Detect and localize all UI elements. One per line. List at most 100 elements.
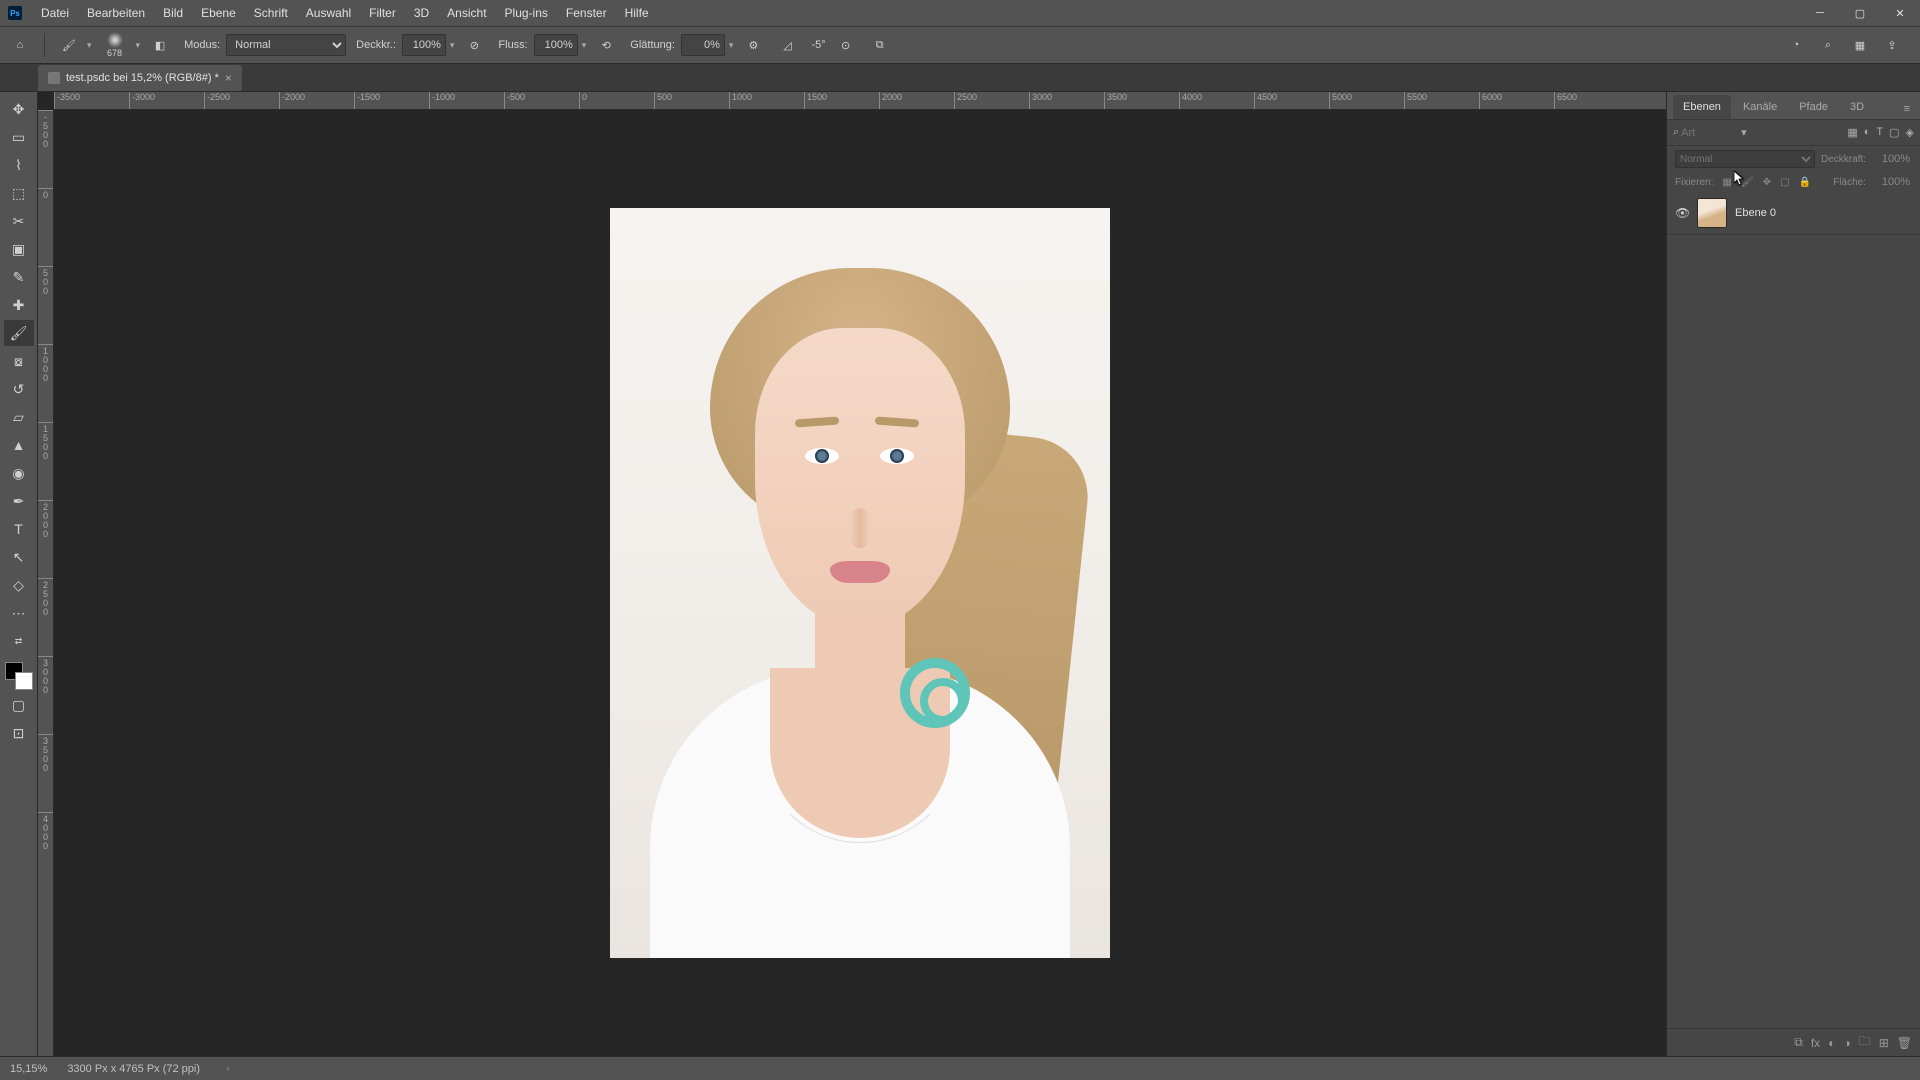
filter-shape-icon[interactable]: ▢	[1889, 126, 1899, 139]
brush-preset-picker[interactable]: 678	[98, 28, 132, 62]
filter-adjust-icon[interactable]: ◐	[1864, 126, 1871, 139]
tab-layers[interactable]: Ebenen	[1673, 95, 1731, 119]
minimize-button[interactable]: ─	[1800, 0, 1840, 26]
lock-image-icon[interactable]: 🖌	[1741, 177, 1754, 188]
horizontal-ruler[interactable]: -3500-3000-2500-2000-1500-1000-500050010…	[54, 92, 1666, 110]
filter-pixel-icon[interactable]: ▦	[1847, 126, 1857, 139]
document-canvas[interactable]	[610, 208, 1110, 958]
lock-artboard-icon[interactable]: ▢	[1780, 177, 1789, 188]
lock-transparent-icon[interactable]: ▦	[1722, 177, 1731, 188]
stamp-tool[interactable]: ⧇	[4, 348, 34, 374]
layer-name[interactable]: Ebene 0	[1735, 207, 1776, 219]
document-tab[interactable]: test.psdc bei 15,2% (RGB/8#) * ×	[38, 65, 242, 91]
gradient-tool[interactable]: ▲	[4, 432, 34, 458]
visibility-toggle[interactable]: 👁	[1675, 206, 1689, 220]
search-button[interactable]: ⌕	[1814, 31, 1842, 59]
more-tools[interactable]: ⋯	[4, 600, 34, 626]
angle-value[interactable]: -5°	[811, 39, 825, 51]
layer-mask-button[interactable]: ◐	[1828, 1036, 1835, 1050]
canvas-viewport[interactable]	[54, 110, 1666, 1056]
airbrush-toggle[interactable]: ⟲	[592, 31, 620, 59]
move-tool[interactable]: ✥	[4, 96, 34, 122]
filter-smart-icon[interactable]: ◈	[1906, 126, 1914, 139]
tab-3d[interactable]: 3D	[1840, 95, 1874, 119]
shape-tool[interactable]: ◇	[4, 572, 34, 598]
menu-fenster[interactable]: Fenster	[557, 6, 616, 20]
lock-position-icon[interactable]: ✥	[1763, 177, 1771, 188]
layer-filter-input[interactable]	[1681, 127, 1739, 139]
menu-schrift[interactable]: Schrift	[245, 6, 297, 20]
lock-all-icon[interactable]: 🔒	[1799, 177, 1811, 188]
filter-type-icon[interactable]: T	[1876, 126, 1883, 139]
healing-tool[interactable]: ✚	[4, 292, 34, 318]
status-menu-chevron[interactable]: ›	[226, 1063, 230, 1075]
history-brush-tool[interactable]: ↺	[4, 376, 34, 402]
menu-auswahl[interactable]: Auswahl	[297, 6, 360, 20]
frame-tool[interactable]: ▣	[4, 236, 34, 262]
new-layer-button[interactable]: ⊞	[1879, 1036, 1889, 1050]
pen-tool[interactable]: ✒	[4, 488, 34, 514]
chevron-down-icon[interactable]: ▾	[136, 40, 141, 51]
quickmask-toggle[interactable]: ▢	[4, 692, 34, 718]
tool-preset-button[interactable]: 🖌	[55, 31, 83, 59]
background-color[interactable]	[15, 672, 33, 690]
blur-tool[interactable]: ◉	[4, 460, 34, 486]
menu-ebene[interactable]: Ebene	[192, 6, 245, 20]
chevron-down-icon[interactable]: ▾	[450, 40, 455, 51]
crop-tool[interactable]: ✂	[4, 208, 34, 234]
share-button[interactable]: ⇪	[1878, 31, 1906, 59]
menu-3d[interactable]: 3D	[405, 6, 438, 20]
layer-opacity-value[interactable]: 100%	[1872, 153, 1912, 165]
screen-mode-button[interactable]: ⊡	[4, 720, 34, 746]
opacity-input[interactable]	[402, 34, 446, 56]
document-info[interactable]: 3300 Px x 4765 Px (72 ppi)	[67, 1063, 200, 1075]
color-swatches[interactable]	[5, 662, 33, 690]
layer-thumbnail[interactable]	[1697, 198, 1727, 228]
tab-paths[interactable]: Pfade	[1789, 95, 1838, 119]
workspace-button[interactable]: ▦	[1846, 31, 1874, 59]
pressure-opacity-toggle[interactable]: ⊘	[460, 31, 488, 59]
brush-tool[interactable]: 🖌	[4, 320, 34, 346]
menu-filter[interactable]: Filter	[360, 6, 405, 20]
menu-plug-ins[interactable]: Plug-ins	[496, 6, 557, 20]
adjustment-layer-button[interactable]: ◑	[1843, 1036, 1850, 1050]
menu-ansicht[interactable]: Ansicht	[438, 6, 495, 20]
group-layers-button[interactable]: 🗀	[1859, 1032, 1871, 1053]
link-layers-button[interactable]: ⧉	[1794, 1035, 1803, 1050]
type-tool[interactable]: T	[4, 516, 34, 542]
layer-row[interactable]: 👁 Ebene 0	[1667, 192, 1920, 235]
tab-channels[interactable]: Kanäle	[1733, 95, 1787, 119]
delete-layer-button[interactable]: 🗑	[1897, 1036, 1912, 1050]
eyedropper-tool[interactable]: ✎	[4, 264, 34, 290]
path-select-tool[interactable]: ↖	[4, 544, 34, 570]
eraser-tool[interactable]: ▱	[4, 404, 34, 430]
flow-input[interactable]	[534, 34, 578, 56]
menu-bearbeiten[interactable]: Bearbeiten	[78, 6, 154, 20]
close-button[interactable]: ✕	[1880, 0, 1920, 26]
chevron-down-icon[interactable]: ▾	[729, 40, 734, 51]
blend-mode-select[interactable]: Normal	[226, 34, 346, 56]
swap-colors-icon[interactable]: ⇄	[4, 628, 34, 654]
home-button[interactable]: ⌂	[6, 31, 34, 59]
maximize-button[interactable]: ▢	[1840, 0, 1880, 26]
brush-panel-toggle[interactable]: ◧	[146, 31, 174, 59]
layer-fill-value[interactable]: 100%	[1872, 176, 1912, 188]
chevron-down-icon[interactable]: ▾	[87, 40, 92, 51]
smoothing-input[interactable]	[681, 34, 725, 56]
menu-datei[interactable]: Datei	[32, 6, 78, 20]
lasso-tool[interactable]: ⌇	[4, 152, 34, 178]
layer-fx-button[interactable]: fx	[1811, 1036, 1820, 1050]
tab-close-button[interactable]: ×	[225, 71, 232, 85]
cloud-docs-button[interactable]: ◔	[1782, 31, 1810, 59]
chevron-down-icon[interactable]: ▾	[582, 40, 587, 51]
panel-menu-button[interactable]: ≡	[1900, 99, 1914, 119]
vertical-ruler[interactable]: -50005001000150020002500300035004000	[38, 110, 54, 1056]
chevron-down-icon[interactable]: ▾	[1741, 126, 1747, 139]
pressure-size-toggle[interactable]: ⊙	[832, 31, 860, 59]
marquee-tool[interactable]: ▭	[4, 124, 34, 150]
symmetry-button[interactable]: ⧉	[866, 31, 894, 59]
menu-bild[interactable]: Bild	[154, 6, 192, 20]
layer-blend-mode-select[interactable]: Normal	[1675, 150, 1815, 168]
menu-hilfe[interactable]: Hilfe	[616, 6, 658, 20]
zoom-level[interactable]: 15,15%	[10, 1063, 47, 1075]
